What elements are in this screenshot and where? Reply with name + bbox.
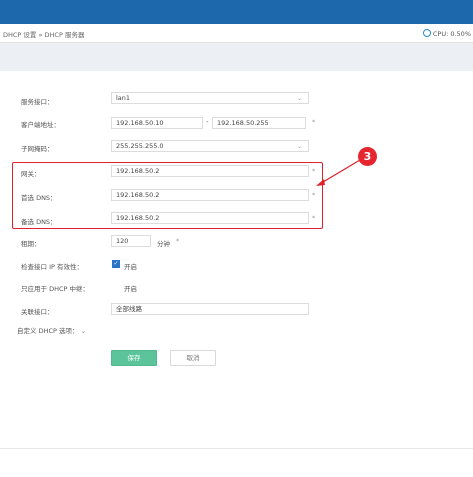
custom-options-label: 自定义 DHCP 选项：	[17, 327, 79, 335]
lease-unit: 分钟	[157, 240, 170, 248]
lease-label: 租期：	[21, 240, 41, 248]
callout-number-badge: 3	[358, 147, 377, 166]
lease-input[interactable]: 120	[111, 235, 151, 247]
check-ip-option: 开启	[124, 263, 137, 271]
relay-only-option: 开启	[124, 285, 137, 293]
required-mark: *	[176, 237, 180, 245]
callout-arrow	[316, 159, 361, 186]
divider	[0, 448, 473, 449]
custom-options-toggle[interactable]: 自定义 DHCP 选项： ⌄	[17, 325, 86, 335]
save-button[interactable]: 保存	[111, 350, 157, 366]
relay-only-checkbox[interactable]	[112, 282, 120, 290]
linked-interface-input[interactable]: 全部线路	[111, 303, 309, 315]
check-ip-label: 检查接口 IP 有效性：	[21, 263, 83, 271]
relay-only-label: 只应用于 DHCP 中继：	[21, 285, 89, 293]
cancel-button[interactable]: 取消	[170, 350, 216, 366]
linked-interface-label: 关联接口：	[21, 308, 54, 316]
check-ip-checkbox[interactable]: ✓	[112, 260, 120, 268]
chevron-down-icon: ⌄	[80, 327, 87, 335]
